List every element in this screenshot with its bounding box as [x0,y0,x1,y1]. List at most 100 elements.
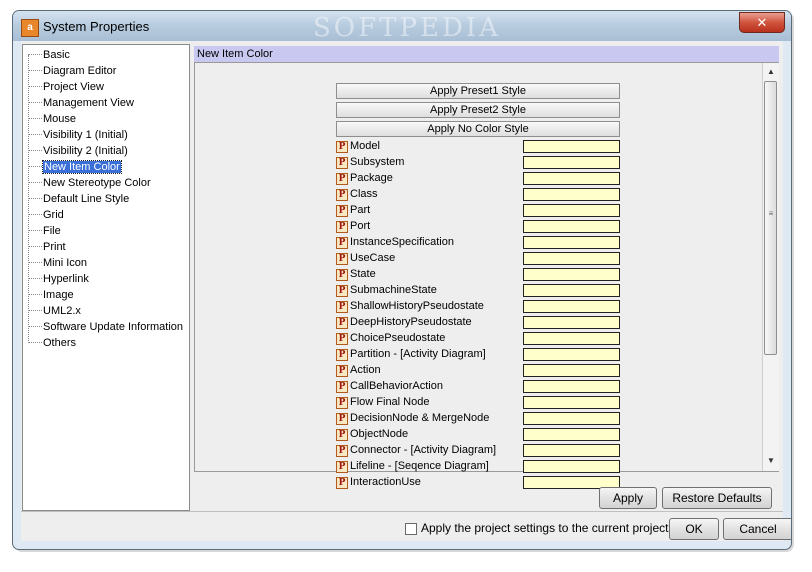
color-swatch[interactable] [523,204,620,217]
color-swatch[interactable] [523,300,620,313]
color-swatch[interactable] [523,236,620,249]
tree-item-print[interactable]: Print [28,239,66,255]
property-icon: P [336,461,348,473]
color-settings-panel: ▲ ≡ ▼ Apply Preset1 Style Apply Preset2 S… [194,62,779,489]
tree-item-software-update-information[interactable]: Software Update Information [28,319,183,335]
tree-item-default-line-style[interactable]: Default Line Style [28,191,129,207]
color-row-label: Port [350,220,371,232]
color-swatch[interactable] [523,316,620,329]
color-row: P Action [336,363,620,379]
tree-item-label: UML2.x [43,305,81,317]
property-icon: P [336,237,348,249]
color-swatch[interactable] [523,444,620,457]
apply-project-settings-checkbox[interactable] [405,523,417,535]
color-swatch[interactable] [523,188,620,201]
color-swatch[interactable] [523,140,620,153]
color-row: P State [336,267,620,283]
close-icon[interactable]: ✕ [739,12,785,33]
color-row-label: Package [350,172,393,184]
tree-item-hyperlink[interactable]: Hyperlink [28,271,89,287]
tree-connector [28,70,42,72]
tree-item-mini-icon[interactable]: Mini Icon [28,255,87,271]
property-icon: P [336,397,348,409]
tree-item-uml2-x[interactable]: UML2.x [28,303,81,319]
scrollbar-thumb[interactable]: ≡ [764,81,777,355]
tree-item-label: Project View [43,81,104,93]
tree-item-mouse[interactable]: Mouse [28,111,76,127]
apply-no-color-button[interactable]: Apply No Color Style [336,121,620,137]
category-tree[interactable]: Basic Diagram Editor Project View Managemen… [22,44,190,511]
property-icon: P [336,253,348,265]
restore-defaults-button[interactable]: Restore Defaults [662,487,772,509]
color-row-label: Class [350,188,378,200]
tree-item-new-item-color[interactable]: New Item Color [28,159,122,175]
scroll-down-icon[interactable]: ▼ [765,455,777,467]
tree-connector [28,246,42,248]
apply-preset1-button[interactable]: Apply Preset1 Style [336,83,620,99]
title-bar[interactable]: a System Properties SOFTPEDIA ✕ [13,11,791,43]
tree-connector [28,294,42,296]
tree-item-file[interactable]: File [28,223,61,239]
cancel-button[interactable]: Cancel [723,518,791,540]
color-row-label: State [350,268,376,280]
tree-connector [28,198,42,200]
property-icon: P [336,285,348,297]
color-row: P InteractionUse [336,475,620,491]
property-icon: P [336,157,348,169]
tree-item-grid[interactable]: Grid [28,207,64,223]
vertical-scrollbar[interactable]: ▲ ≡ ▼ [762,63,779,471]
color-row-label: Lifeline - [Seqence Diagram] [350,460,489,472]
color-row: P InstanceSpecification [336,235,620,251]
apply-button[interactable]: Apply [599,487,657,509]
property-icon: P [336,141,348,153]
scroll-up-icon[interactable]: ▲ [765,66,777,78]
tree-item-others[interactable]: Others [28,335,76,351]
color-swatch[interactable] [523,428,620,441]
color-swatch[interactable] [523,268,620,281]
tree-item-label: Management View [43,97,134,109]
color-row-label: Flow Final Node [350,396,430,408]
color-row: P DecisionNode & MergeNode [336,411,620,427]
apply-preset2-button[interactable]: Apply Preset2 Style [336,102,620,118]
color-swatch[interactable] [523,396,620,409]
tree-item-image[interactable]: Image [28,287,74,303]
app-icon: a [21,19,39,37]
color-row-label: SubmachineState [350,284,437,296]
color-swatch[interactable] [523,348,620,361]
tree-connector [28,166,42,168]
color-swatch[interactable] [523,380,620,393]
tree-item-label: Hyperlink [43,273,89,285]
tree-item-management-view[interactable]: Management View [28,95,134,111]
color-swatch[interactable] [523,332,620,345]
color-row-label: Model [350,140,380,152]
property-icon: P [336,381,348,393]
color-swatch[interactable] [523,220,620,233]
tree-connector [28,262,42,264]
tree-connector [28,86,42,88]
tree-connector [28,54,42,56]
color-swatch[interactable] [523,460,620,473]
ok-button[interactable]: OK [669,518,719,540]
property-icon: P [336,269,348,281]
tree-connector [28,310,42,312]
tree-item-project-view[interactable]: Project View [28,79,104,95]
tree-item-label: New Stereotype Color [43,177,151,189]
color-swatch[interactable] [523,412,620,425]
color-swatch[interactable] [523,284,620,297]
color-row: P Port [336,219,620,235]
color-row-label: Connector - [Activity Diagram] [350,444,497,456]
color-swatch[interactable] [523,156,620,169]
tree-item-basic[interactable]: Basic [28,47,70,63]
apply-project-settings-label: Apply the project settings to the curren… [421,521,669,535]
color-row: P Lifeline - [Seqence Diagram] [336,459,620,475]
color-swatch[interactable] [523,364,620,377]
tree-item-visibility-1-initial[interactable]: Visibility 1 (Initial) [28,127,128,143]
color-row-label: CallBehaviorAction [350,380,443,392]
color-swatch[interactable] [523,252,620,265]
property-icon: P [336,173,348,185]
tree-connector [28,342,42,344]
tree-item-new-stereotype-color[interactable]: New Stereotype Color [28,175,151,191]
tree-item-visibility-2-initial[interactable]: Visibility 2 (Initial) [28,143,128,159]
tree-item-diagram-editor[interactable]: Diagram Editor [28,63,116,79]
color-swatch[interactable] [523,172,620,185]
